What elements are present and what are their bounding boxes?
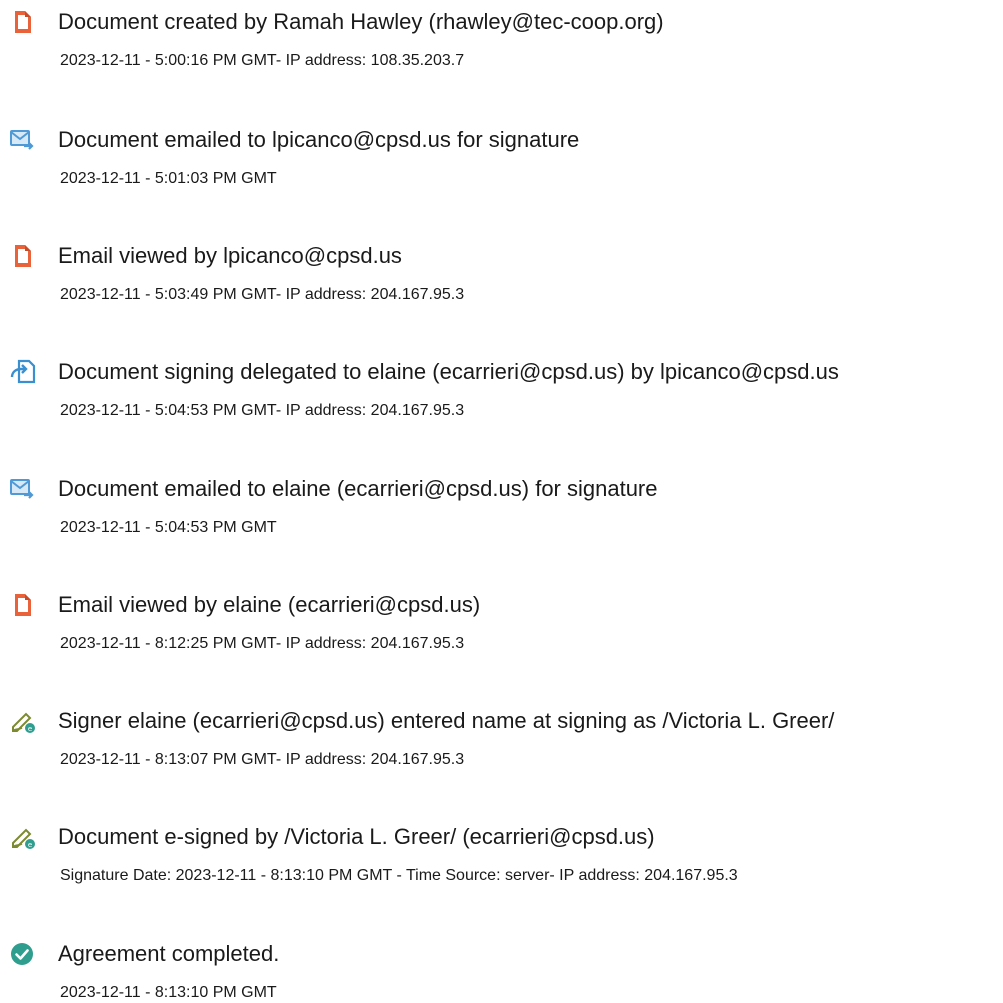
pen-sign-icon: e: [10, 708, 36, 734]
event-timestamp: Signature Date: 2023-12-11 - 8:13:10 PM …: [60, 867, 738, 884]
delegate-icon: [10, 359, 36, 385]
event-title: Document emailed to lpicanco@cpsd.us for…: [58, 127, 580, 152]
svg-text:e: e: [28, 841, 32, 849]
event-title: Document e-signed by /Victoria L. Greer/…: [58, 824, 655, 849]
event-title: Document signing delegated to elaine (ec…: [58, 359, 839, 384]
event-title: Signer elaine (ecarrieri@cpsd.us) entere…: [58, 708, 835, 733]
event-title: Email viewed by lpicanco@cpsd.us: [58, 243, 402, 268]
event-title: Document created by Ramah Hawley (rhawle…: [58, 9, 664, 34]
event-title: Document emailed to elaine (ecarrieri@cp…: [58, 476, 658, 501]
document-icon: [10, 9, 36, 35]
svg-text:e: e: [28, 725, 32, 733]
document-icon: [10, 592, 36, 618]
email-send-icon: [10, 127, 36, 153]
email-send-icon: [10, 476, 36, 502]
event-timestamp: 2023-12-11 - 5:04:53 PM GMT- IP address:…: [60, 402, 465, 419]
event-timestamp: 2023-12-11 - 5:04:53 PM GMT: [60, 519, 277, 536]
pen-sign-icon: e: [10, 824, 36, 850]
event-timestamp: 2023-12-11 - 8:13:07 PM GMT- IP address:…: [60, 751, 465, 768]
document-icon: [10, 243, 36, 269]
check-circle-icon: [10, 941, 36, 967]
event-timestamp: 2023-12-11 - 5:03:49 PM GMT- IP address:…: [60, 286, 465, 303]
event-timestamp: 2023-12-11 - 5:00:16 PM GMT- IP address:…: [60, 52, 465, 69]
event-timestamp: 2023-12-11 - 5:01:03 PM GMT: [60, 170, 277, 187]
event-title: Email viewed by elaine (ecarrieri@cpsd.u…: [58, 592, 481, 617]
event-timestamp: 2023-12-11 - 8:12:25 PM GMT- IP address:…: [60, 635, 465, 652]
event-timestamp: 2023-12-11 - 8:13:10 PM GMT: [60, 984, 277, 1001]
event-title: Agreement completed.: [58, 941, 280, 966]
